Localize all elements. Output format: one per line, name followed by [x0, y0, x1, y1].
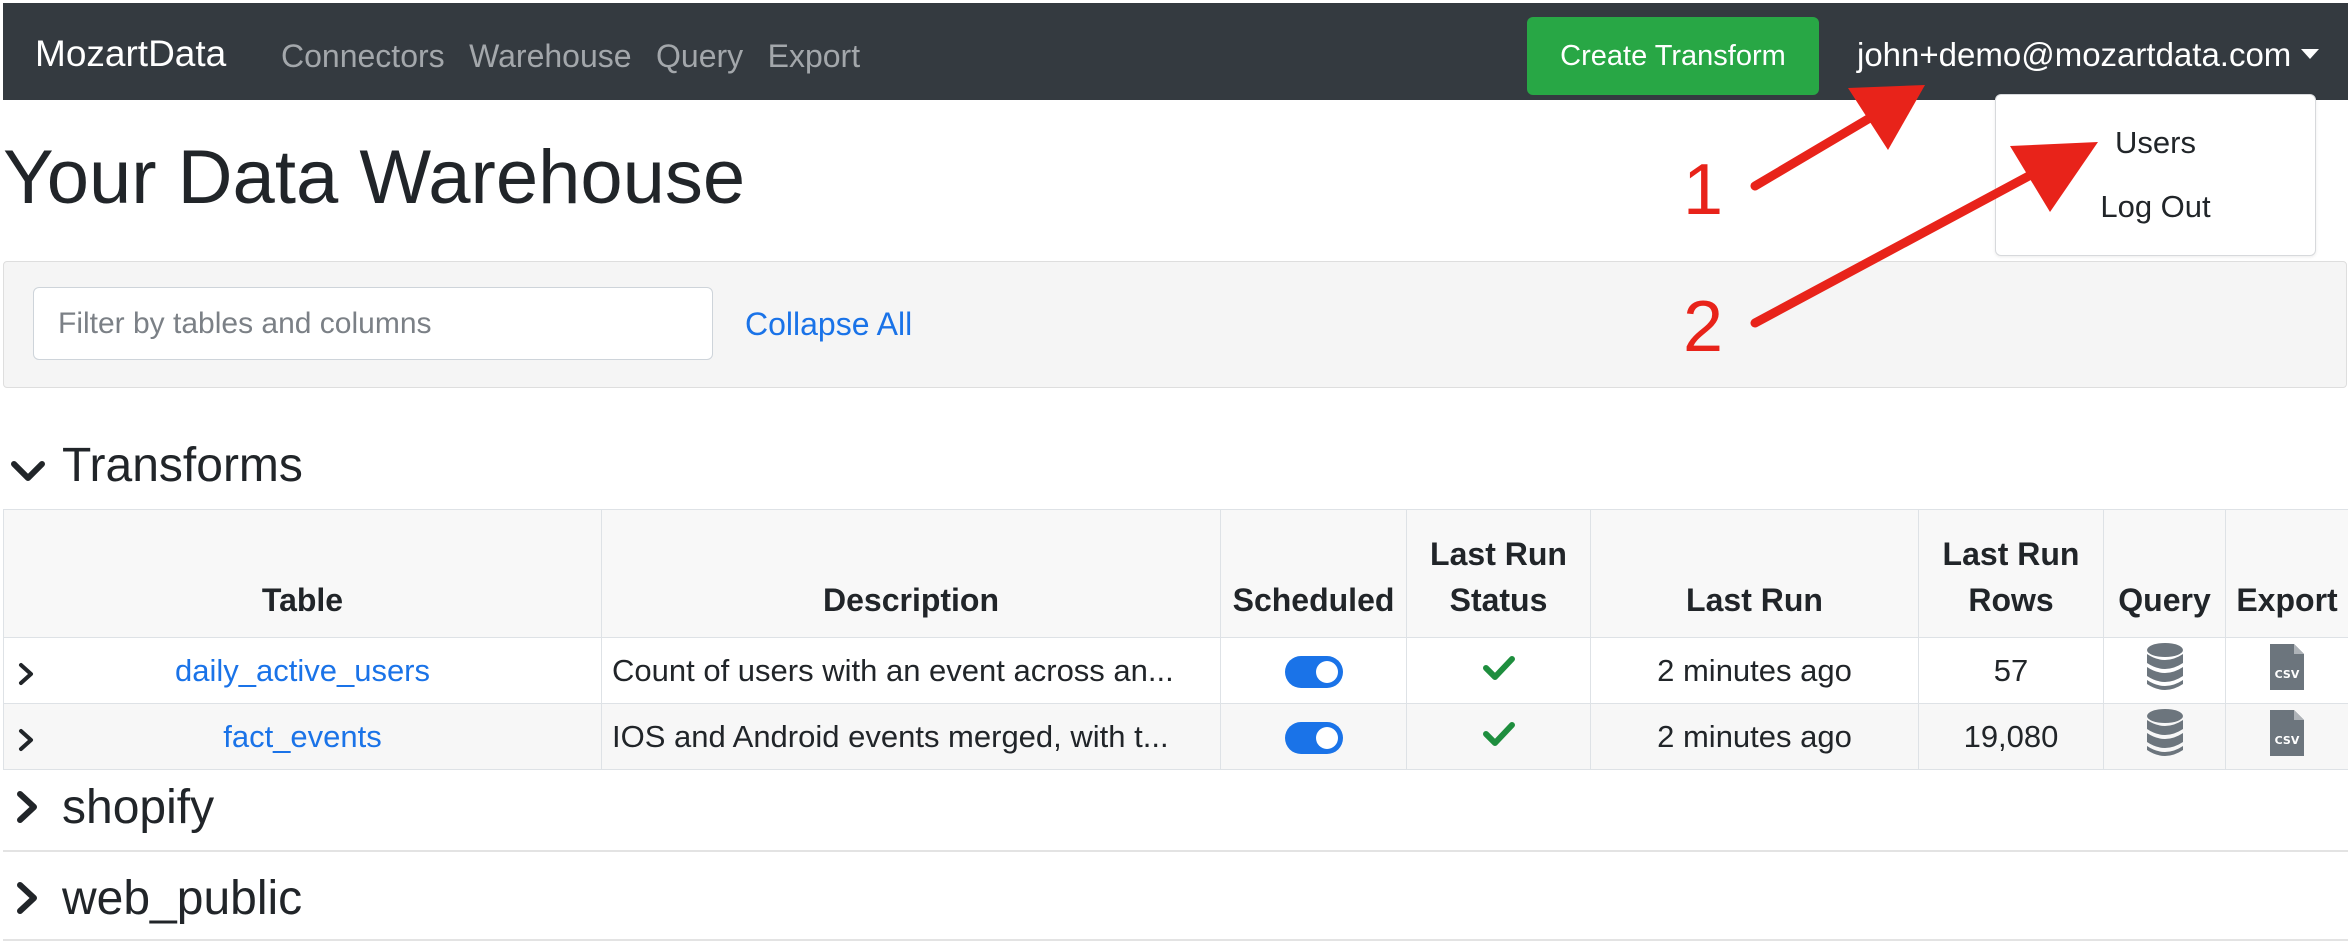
description-cell: Count of users with an event across an..…	[601, 637, 1221, 704]
chevron-right-icon[interactable]	[18, 724, 34, 760]
last-run-cell: 2 minutes ago	[1590, 703, 1919, 770]
section-title: shopify	[62, 781, 215, 834]
section-divider	[3, 850, 2348, 852]
nav-link-connectors[interactable]: Connectors	[281, 34, 445, 78]
create-transform-button[interactable]: Create Transform	[1527, 17, 1819, 95]
column-header-table[interactable]: Table	[3, 509, 602, 638]
last-run-cell: 2 minutes ago	[1590, 637, 1919, 704]
annotation-number-2: 2	[1683, 287, 1724, 367]
section-header-web-public[interactable]: web_public	[10, 869, 302, 929]
nav-links: Connectors Warehouse Query Export	[281, 34, 880, 78]
section-title: Transforms	[62, 439, 303, 492]
query-cell	[2103, 703, 2226, 770]
section-divider	[3, 939, 2348, 941]
export-cell: CSV	[2225, 703, 2348, 770]
last-run-rows-cell: 57	[1918, 637, 2104, 704]
check-icon	[1482, 653, 1515, 688]
table-name-cell: fact_events	[3, 703, 602, 770]
section-header-shopify[interactable]: shopify	[10, 778, 214, 838]
last-run-rows-cell: 19,080	[1918, 703, 2104, 770]
transforms-table: Table Description Scheduled Last Run Sta…	[3, 509, 2348, 770]
check-icon	[1482, 719, 1515, 754]
table-row: fact_events IOS and Android events merge…	[3, 703, 2348, 770]
svg-text:CSV: CSV	[2275, 668, 2300, 681]
column-header-last-run-status[interactable]: Last Run Status	[1406, 509, 1591, 638]
annotation-arrow-1	[1750, 85, 1925, 191]
database-icon[interactable]	[2145, 708, 2185, 765]
table-link[interactable]: daily_active_users	[175, 653, 430, 688]
filter-input[interactable]	[33, 287, 713, 360]
column-header-last-run-rows[interactable]: Last Run Rows	[1918, 509, 2104, 638]
nav-link-export[interactable]: Export	[768, 34, 860, 78]
database-icon[interactable]	[2145, 642, 2185, 699]
dropdown-item-users[interactable]: Users	[1996, 123, 2315, 163]
top-navbar: MozartData Connectors Warehouse Query Ex…	[3, 3, 2348, 100]
column-header-scheduled[interactable]: Scheduled	[1220, 509, 1407, 638]
nav-link-query[interactable]: Query	[656, 34, 743, 78]
status-cell	[1406, 637, 1591, 704]
table-link[interactable]: fact_events	[223, 719, 382, 754]
chevron-down-icon	[10, 438, 50, 498]
scheduled-cell	[1220, 703, 1407, 770]
table-name-cell: daily_active_users	[3, 637, 602, 704]
chevron-right-icon[interactable]	[18, 658, 34, 694]
csv-file-icon[interactable]: CSV	[2268, 643, 2306, 699]
description-cell: IOS and Android events merged, with t...	[601, 703, 1221, 770]
user-email: john+demo@mozartdata.com	[1857, 36, 2292, 73]
column-header-export: Export	[2225, 509, 2348, 638]
annotation-number-1: 1	[1683, 150, 1724, 230]
chevron-right-icon	[10, 871, 50, 931]
scheduled-toggle[interactable]	[1284, 656, 1343, 689]
status-cell	[1406, 703, 1591, 770]
column-header-description[interactable]: Description	[601, 509, 1221, 638]
filter-bar: Collapse All	[3, 261, 2347, 388]
column-header-query: Query	[2103, 509, 2226, 638]
column-header-last-run[interactable]: Last Run	[1590, 509, 1919, 638]
section-header-transforms[interactable]: Transforms	[10, 436, 303, 496]
user-menu-toggle[interactable]: john+demo@mozartdata.com	[1857, 33, 2320, 77]
csv-file-icon[interactable]: CSV	[2268, 709, 2306, 765]
brand-logo[interactable]: MozartData	[35, 32, 226, 76]
svg-text:CSV: CSV	[2275, 734, 2300, 747]
table-header-row: Table Description Scheduled Last Run Sta…	[3, 509, 2348, 638]
nav-link-warehouse[interactable]: Warehouse	[469, 34, 631, 78]
query-cell	[2103, 637, 2226, 704]
scheduled-toggle[interactable]	[1284, 722, 1343, 755]
chevron-right-icon	[10, 780, 50, 840]
table-row: daily_active_users Count of users with a…	[3, 637, 2348, 704]
collapse-all-link[interactable]: Collapse All	[745, 302, 912, 346]
user-dropdown-menu: Users Log Out	[1995, 94, 2316, 256]
section-title: web_public	[62, 872, 303, 925]
scheduled-cell	[1220, 637, 1407, 704]
dropdown-item-log-out[interactable]: Log Out	[1996, 187, 2315, 227]
page-title: Your Data Warehouse	[3, 135, 746, 220]
caret-down-icon	[2301, 49, 2320, 60]
export-cell: CSV	[2225, 637, 2348, 704]
